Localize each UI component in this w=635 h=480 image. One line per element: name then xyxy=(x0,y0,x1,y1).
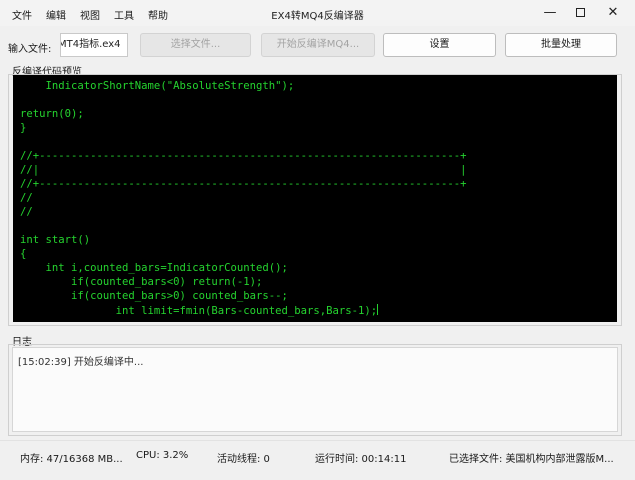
status-threads: 活动线程: 0 xyxy=(217,454,270,465)
status-cpu: CPU: 3.2% xyxy=(136,450,189,461)
code-line: if(counted_bars>0) counted_bars--; xyxy=(20,290,288,302)
log-textbox[interactable]: [15:02:39] 开始反编译中... xyxy=(12,347,618,432)
close-button[interactable]: ✕ xyxy=(601,3,625,23)
status-runtime: 运行时间: 00:14:11 xyxy=(315,454,407,465)
input-file-value: MT4指标.ex4 xyxy=(60,39,121,50)
code-line: IndicatorShortName("AbsoluteStrength"); xyxy=(20,80,295,92)
status-selected-file: 已选择文件: 美国机构内部泄露版M... xyxy=(449,454,614,465)
code-line: return(0); xyxy=(20,108,84,120)
input-file-field[interactable]: MT4指标.ex4 xyxy=(60,33,128,57)
title-bar: 文件 编辑 视图 工具 帮助 EX4转MQ4反编译器 — ✕ xyxy=(0,0,635,26)
log-entry: [15:02:39] 开始反编译中... xyxy=(18,357,144,368)
code-line: } xyxy=(20,122,27,134)
maximize-icon xyxy=(575,8,585,17)
close-icon: ✕ xyxy=(607,5,619,20)
code-line: { xyxy=(20,248,27,260)
select-file-button[interactable]: 选择文件... xyxy=(140,33,251,57)
code-line: //| | xyxy=(20,164,467,176)
code-line: if(counted_bars<0) return(-1); xyxy=(20,276,263,288)
code-line: //+-------------------------------------… xyxy=(20,178,467,190)
settings-button[interactable]: 设置 xyxy=(383,33,496,57)
status-memory: 内存: 47/16368 MB... xyxy=(20,454,123,465)
code-line-text: int limit=fmin(Bars-counted_bars,Bars-1)… xyxy=(20,305,378,317)
code-line: // xyxy=(20,192,33,204)
minimize-icon: — xyxy=(543,5,557,20)
text-caret xyxy=(377,304,379,315)
code-line: //+-------------------------------------… xyxy=(20,150,467,162)
input-file-label: 输入文件: xyxy=(8,44,52,55)
batch-process-button[interactable]: 批量处理 xyxy=(505,33,617,57)
code-line: int start() xyxy=(20,234,91,246)
minimize-button[interactable]: — xyxy=(538,3,562,23)
code-line-current: int limit=fmin(Bars-counted_bars,Bars-1)… xyxy=(20,304,379,318)
status-bar-divider xyxy=(0,440,635,441)
start-decompile-button[interactable]: 开始反编译MQ4... xyxy=(261,33,375,57)
maximize-button[interactable] xyxy=(568,3,592,23)
code-line: int i,counted_bars=IndicatorCounted(); xyxy=(20,262,288,274)
code-preview-editor[interactable]: IndicatorShortName("AbsoluteStrength"); … xyxy=(13,75,617,322)
code-line: // xyxy=(20,206,33,218)
